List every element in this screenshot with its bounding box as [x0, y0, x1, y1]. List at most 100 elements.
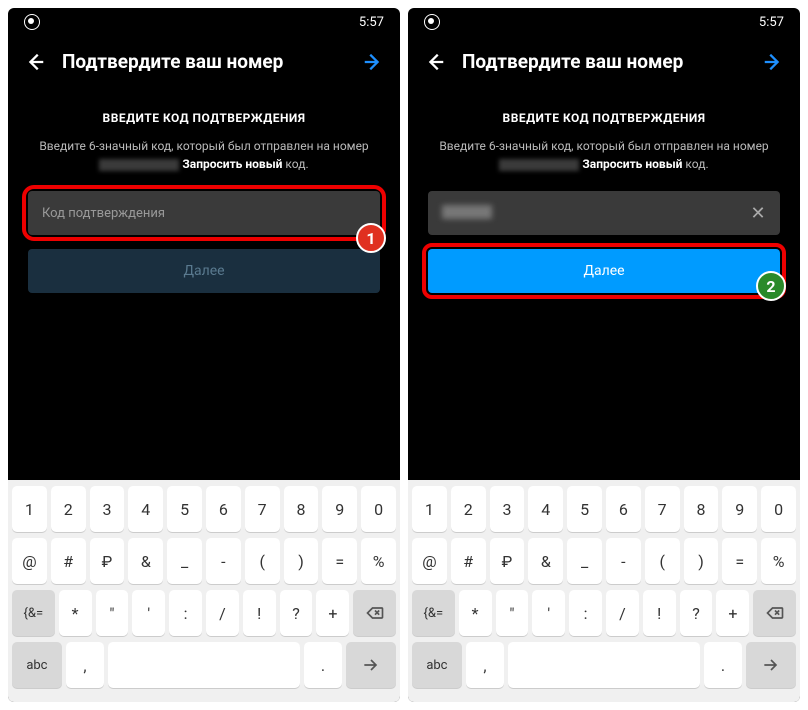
- kb-enter-key[interactable]: [346, 642, 396, 688]
- content-area: ВВЕДИТЕ КОД ПОДТВЕРЖДЕНИЯ Введите 6-знач…: [8, 87, 400, 173]
- callout-badge-1: 1: [356, 223, 386, 253]
- redacted-code: [442, 205, 492, 219]
- kb-key[interactable]: !: [243, 590, 276, 636]
- kb-key[interactable]: 8: [684, 486, 719, 532]
- next-button[interactable]: Далее: [28, 249, 380, 293]
- back-arrow-icon[interactable]: [424, 51, 446, 73]
- kb-key[interactable]: 7: [245, 486, 280, 532]
- kb-symbols-key[interactable]: {&=: [412, 590, 455, 636]
- kb-abc-key[interactable]: abc: [412, 642, 462, 688]
- kb-key[interactable]: 3: [490, 486, 525, 532]
- kb-key[interactable]: /: [606, 590, 639, 636]
- kb-key[interactable]: ': [532, 590, 565, 636]
- kb-key[interactable]: ": [496, 590, 529, 636]
- kb-key[interactable]: 2: [51, 486, 86, 532]
- back-arrow-icon[interactable]: [24, 51, 46, 73]
- kb-symbols-key[interactable]: {&=: [12, 590, 55, 636]
- content-description: Введите 6-значный код, который был отпра…: [28, 137, 380, 173]
- kb-abc-key[interactable]: abc: [12, 642, 62, 688]
- kb-key[interactable]: *: [59, 590, 92, 636]
- redacted-phone: [499, 159, 579, 171]
- kb-key[interactable]: 9: [722, 486, 757, 532]
- kb-space-key[interactable]: [508, 642, 700, 688]
- status-bar: 5:57: [408, 8, 800, 36]
- kb-key[interactable]: #: [451, 538, 486, 584]
- kb-enter-key[interactable]: [746, 642, 796, 688]
- kb-key[interactable]: 7: [645, 486, 680, 532]
- kb-comma-key[interactable]: ,: [466, 642, 504, 688]
- redacted-phone: [99, 159, 179, 171]
- kb-key[interactable]: ?: [680, 590, 713, 636]
- kb-key[interactable]: -: [206, 538, 241, 584]
- kb-key[interactable]: 6: [206, 486, 241, 532]
- clear-input-icon[interactable]: ✕: [748, 203, 768, 223]
- kb-key[interactable]: ": [96, 590, 129, 636]
- kb-key[interactable]: (: [245, 538, 280, 584]
- kb-backspace-key[interactable]: [753, 590, 796, 636]
- kb-key[interactable]: %: [361, 538, 396, 584]
- kb-key[interactable]: ₽: [90, 538, 125, 584]
- app-status-icon: [24, 14, 40, 30]
- kb-key[interactable]: 5: [567, 486, 602, 532]
- kb-key[interactable]: :: [569, 590, 602, 636]
- kb-key[interactable]: -: [606, 538, 641, 584]
- kb-key[interactable]: *: [459, 590, 492, 636]
- header: Подтвердите ваш номер: [408, 36, 800, 87]
- kb-key[interactable]: %: [761, 538, 796, 584]
- kb-key[interactable]: /: [206, 590, 239, 636]
- kb-dot-key[interactable]: .: [304, 642, 342, 688]
- kb-key[interactable]: 9: [322, 486, 357, 532]
- kb-key[interactable]: 4: [528, 486, 563, 532]
- kb-key[interactable]: &: [528, 538, 563, 584]
- kb-key[interactable]: !: [643, 590, 676, 636]
- kb-comma-key[interactable]: ,: [66, 642, 104, 688]
- content-description: Введите 6-значный код, который был отпра…: [428, 137, 780, 173]
- content-heading: ВВЕДИТЕ КОД ПОДТВЕРЖДЕНИЯ: [28, 111, 380, 125]
- kb-key[interactable]: 3: [90, 486, 125, 532]
- confirmation-code-input[interactable]: [28, 191, 380, 235]
- kb-key[interactable]: 8: [284, 486, 319, 532]
- kb-key[interactable]: #: [51, 538, 86, 584]
- kb-key[interactable]: 0: [361, 486, 396, 532]
- kb-space-key[interactable]: [108, 642, 300, 688]
- kb-key[interactable]: @: [12, 538, 47, 584]
- status-time: 5:57: [759, 15, 784, 30]
- kb-key[interactable]: 6: [606, 486, 641, 532]
- kb-key[interactable]: :: [169, 590, 202, 636]
- kb-key[interactable]: +: [716, 590, 749, 636]
- kb-key[interactable]: ): [284, 538, 319, 584]
- forward-arrow-icon[interactable]: [762, 51, 784, 73]
- kb-key[interactable]: _: [167, 538, 202, 584]
- kb-key[interactable]: 1: [12, 486, 47, 532]
- kb-key[interactable]: _: [567, 538, 602, 584]
- kb-key[interactable]: 5: [167, 486, 202, 532]
- kb-row-2b: @#₽&_-()=%: [412, 538, 796, 584]
- kb-key[interactable]: 2: [451, 486, 486, 532]
- kb-key[interactable]: 4: [128, 486, 163, 532]
- kb-row-4b: abc , .: [412, 642, 796, 688]
- kb-key[interactable]: 1: [412, 486, 447, 532]
- kb-key[interactable]: =: [722, 538, 757, 584]
- request-new-link[interactable]: Запросить новый: [582, 157, 682, 171]
- kb-key[interactable]: @: [412, 538, 447, 584]
- kb-key[interactable]: ₽: [490, 538, 525, 584]
- virtual-keyboard: 1234567890 @#₽&_-()=% {&= *"':/!?+ abc ,…: [408, 480, 800, 702]
- forward-arrow-icon[interactable]: [362, 51, 384, 73]
- header: Подтвердите ваш номер: [8, 36, 400, 87]
- kb-key[interactable]: ?: [280, 590, 313, 636]
- kb-key[interactable]: =: [322, 538, 357, 584]
- kb-row-3: {&= *"':/!?+: [12, 590, 396, 636]
- kb-row-3b: {&= *"':/!?+: [412, 590, 796, 636]
- kb-key[interactable]: +: [316, 590, 349, 636]
- kb-key[interactable]: &: [128, 538, 163, 584]
- request-new-link[interactable]: Запросить новый: [182, 157, 282, 171]
- kb-key[interactable]: ': [132, 590, 165, 636]
- content-heading: ВВЕДИТЕ КОД ПОДТВЕРЖДЕНИЯ: [428, 111, 780, 125]
- kb-dot-key[interactable]: .: [704, 642, 742, 688]
- next-button[interactable]: Далее: [428, 249, 780, 293]
- virtual-keyboard: 1234567890 @#₽&_-()=% {&= *"':/!?+ abc ,…: [8, 480, 400, 702]
- kb-backspace-key[interactable]: [353, 590, 396, 636]
- kb-key[interactable]: (: [645, 538, 680, 584]
- kb-key[interactable]: 0: [761, 486, 796, 532]
- kb-key[interactable]: ): [684, 538, 719, 584]
